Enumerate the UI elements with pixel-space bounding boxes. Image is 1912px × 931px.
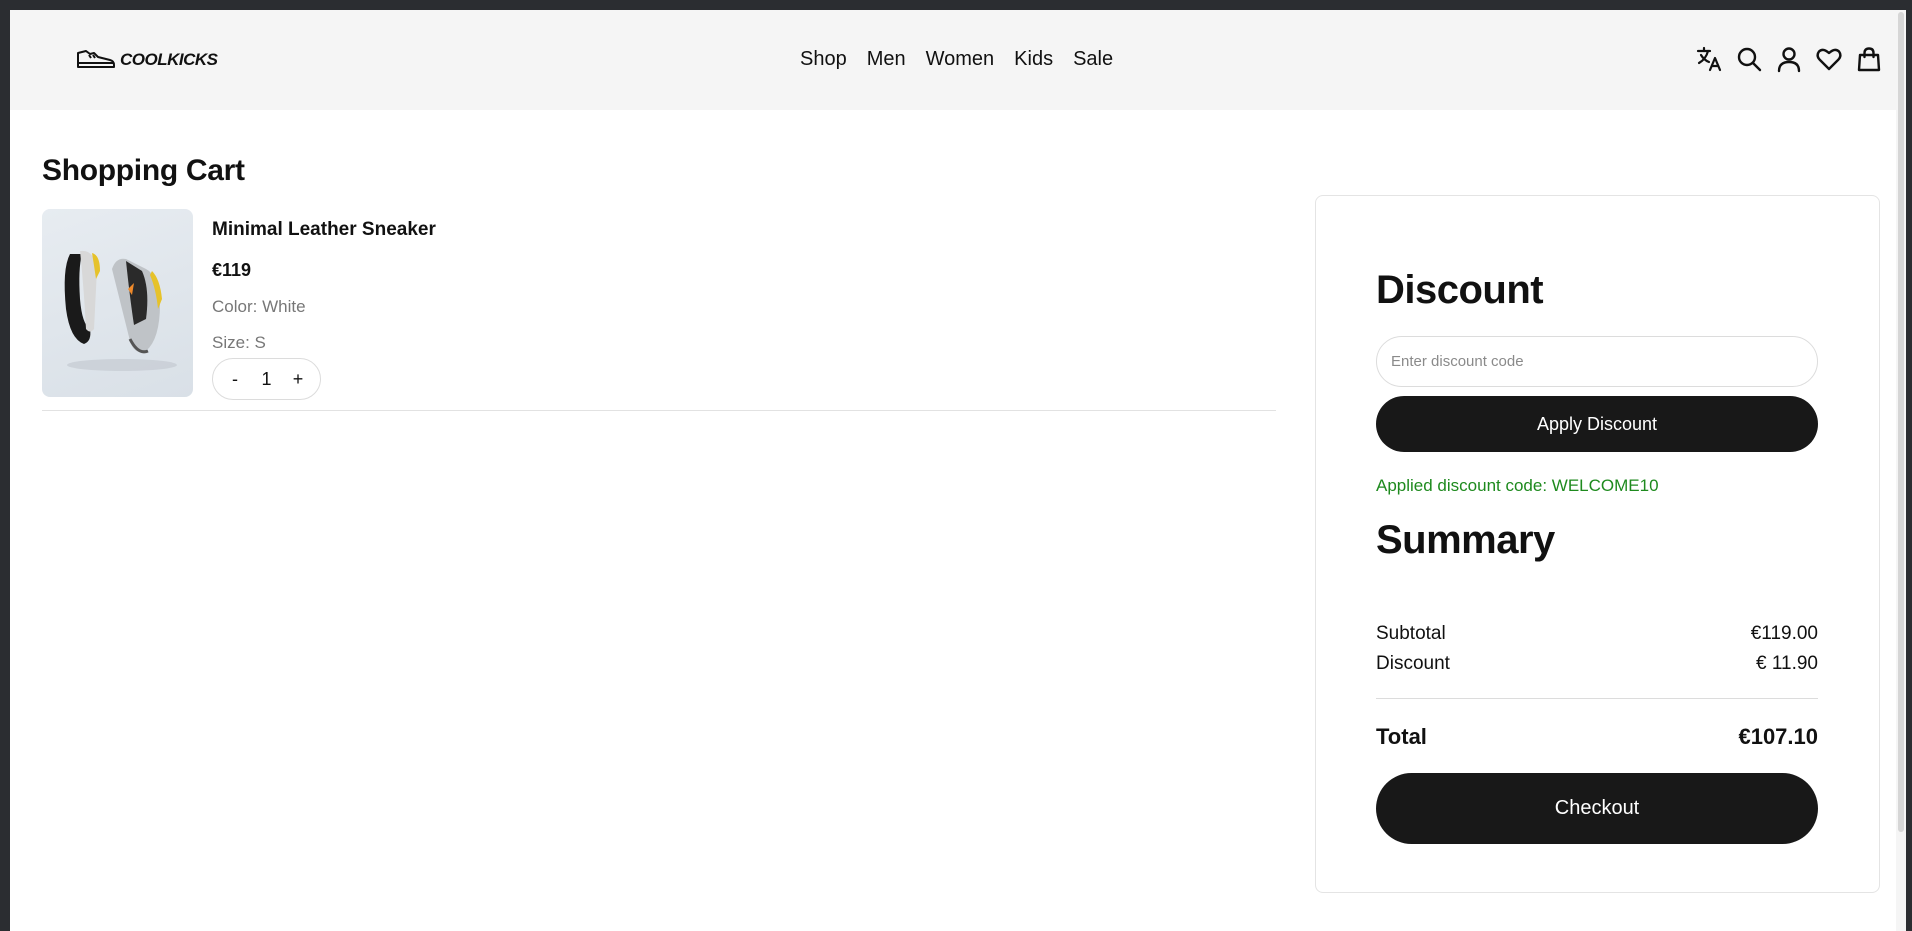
discount-value: € 11.90 bbox=[1756, 653, 1818, 674]
subtotal-row: Subtotal €119.00 bbox=[1376, 623, 1818, 645]
discount-title: Discount bbox=[1376, 268, 1544, 312]
subtotal-label: Subtotal bbox=[1376, 623, 1446, 644]
page-scrollbar[interactable] bbox=[1896, 10, 1906, 931]
site-header: COOLKICKS Shop Men Women Kids Sale bbox=[10, 10, 1896, 110]
site-logo[interactable]: COOLKICKS bbox=[76, 45, 218, 75]
bag-icon[interactable] bbox=[1854, 44, 1884, 74]
sneaker-icon bbox=[76, 45, 116, 76]
increment-button[interactable]: + bbox=[290, 369, 306, 390]
user-icon[interactable] bbox=[1774, 44, 1804, 74]
heart-icon[interactable] bbox=[1814, 44, 1844, 74]
decrement-button[interactable]: - bbox=[227, 369, 243, 390]
total-label: Total bbox=[1376, 724, 1427, 749]
scrollbar-thumb[interactable] bbox=[1898, 12, 1904, 832]
nav-shop[interactable]: Shop bbox=[800, 48, 847, 71]
quantity-value: 1 bbox=[261, 368, 272, 389]
product-price: €119 bbox=[212, 260, 252, 280]
discount-code-input[interactable] bbox=[1376, 336, 1818, 387]
discount-label: Discount bbox=[1376, 653, 1450, 674]
page-title: Shopping Cart bbox=[42, 154, 245, 187]
logo-text: COOLKICKS bbox=[120, 50, 218, 69]
applied-discount-message: Applied discount code: WELCOME10 bbox=[1376, 476, 1659, 495]
apply-discount-button[interactable]: Apply Discount bbox=[1376, 396, 1818, 452]
translate-icon[interactable] bbox=[1694, 44, 1724, 74]
quantity-stepper: - 1 + bbox=[212, 358, 321, 400]
nav-kids[interactable]: Kids bbox=[1014, 48, 1053, 71]
discount-row: Discount € 11.90 bbox=[1376, 653, 1818, 675]
nav-men[interactable]: Men bbox=[867, 48, 906, 71]
total-row: Total €107.10 bbox=[1376, 724, 1818, 750]
summary-title: Summary bbox=[1376, 518, 1555, 562]
cart-item: Minimal Leather Sneaker €119 Color: Whit… bbox=[42, 209, 1276, 411]
subtotal-value: €119.00 bbox=[1750, 623, 1818, 644]
nav-women[interactable]: Women bbox=[926, 48, 995, 71]
browser-window: COOLKICKS Shop Men Women Kids Sale Shopp… bbox=[10, 10, 1906, 931]
total-value: €107.10 bbox=[1738, 724, 1818, 749]
summary-divider bbox=[1376, 698, 1818, 699]
product-color: Color: White bbox=[212, 297, 306, 316]
checkout-button[interactable]: Checkout bbox=[1376, 773, 1818, 844]
nav-sale[interactable]: Sale bbox=[1073, 48, 1113, 71]
product-name[interactable]: Minimal Leather Sneaker bbox=[212, 219, 436, 241]
order-panel: Discount Apply Discount Applied discount… bbox=[1315, 195, 1880, 893]
product-image[interactable] bbox=[42, 209, 193, 397]
product-size: Size: S bbox=[212, 333, 266, 352]
main-nav: Shop Men Women Kids Sale bbox=[800, 48, 1113, 71]
header-icons bbox=[1694, 44, 1884, 74]
search-icon[interactable] bbox=[1734, 44, 1764, 74]
